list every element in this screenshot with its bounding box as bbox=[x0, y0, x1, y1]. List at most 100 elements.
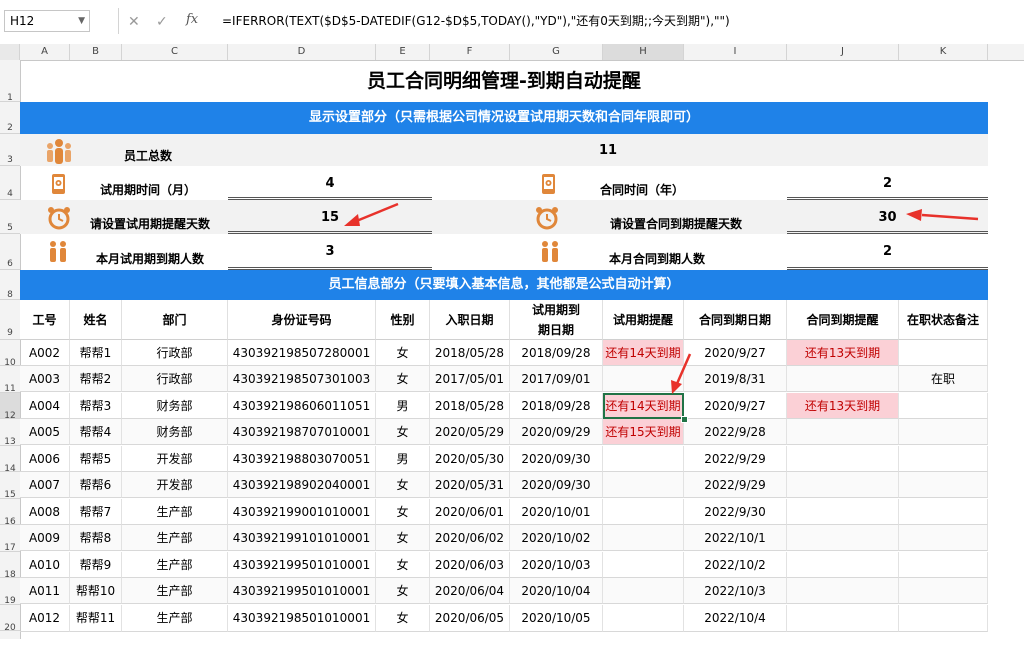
cell-name[interactable]: 帮帮7 bbox=[70, 499, 122, 525]
cell-gender[interactable]: 女 bbox=[376, 419, 430, 445]
cell-name[interactable]: 帮帮8 bbox=[70, 525, 122, 551]
cell-id[interactable]: A012 bbox=[20, 605, 70, 632]
cell-dept[interactable]: 生产部 bbox=[122, 578, 228, 604]
cell-gender[interactable]: 女 bbox=[376, 499, 430, 525]
cell-trial-end[interactable]: 2020/09/29 bbox=[510, 419, 603, 445]
cell-hire-date[interactable]: 2018/05/28 bbox=[430, 393, 510, 419]
row-header[interactable]: 12 bbox=[0, 393, 20, 421]
cell-id[interactable]: A005 bbox=[20, 419, 70, 445]
cell-idcard[interactable]: 430392198507280001 bbox=[228, 340, 376, 366]
column-header[interactable]: B bbox=[70, 44, 122, 60]
cell-trial-end[interactable]: 2020/10/04 bbox=[510, 578, 603, 604]
cell-contract-remind[interactable] bbox=[787, 472, 899, 498]
cell-idcard[interactable]: 430392198501010001 bbox=[228, 605, 376, 632]
cell-id[interactable]: A008 bbox=[20, 499, 70, 525]
cell-trial-remind[interactable]: 还有15天到期 bbox=[603, 419, 684, 445]
cell-id[interactable]: A011 bbox=[20, 578, 70, 604]
cell-trial-end[interactable]: 2020/09/30 bbox=[510, 446, 603, 472]
cell-gender[interactable]: 女 bbox=[376, 340, 430, 366]
cell-contract-end[interactable]: 2022/9/28 bbox=[684, 419, 787, 445]
cell-name[interactable]: 帮帮2 bbox=[70, 366, 122, 392]
cell-hire-date[interactable]: 2018/05/28 bbox=[430, 340, 510, 366]
cell-hire-date[interactable]: 2020/05/31 bbox=[430, 472, 510, 498]
row-header[interactable]: 16 bbox=[0, 499, 20, 527]
cell-id[interactable]: A004 bbox=[20, 393, 70, 419]
cell-gender[interactable]: 女 bbox=[376, 366, 430, 392]
cell-dept[interactable]: 开发部 bbox=[122, 472, 228, 498]
cell-status[interactable] bbox=[899, 419, 988, 445]
cell-id[interactable]: A007 bbox=[20, 472, 70, 498]
cell-dept[interactable]: 生产部 bbox=[122, 552, 228, 578]
cell-status[interactable] bbox=[899, 393, 988, 419]
cell-id[interactable]: A003 bbox=[20, 366, 70, 392]
cell-idcard[interactable]: 430392199501010001 bbox=[228, 552, 376, 578]
cell-contract-end[interactable]: 2022/9/30 bbox=[684, 499, 787, 525]
cell-hire-date[interactable]: 2020/05/29 bbox=[430, 419, 510, 445]
cell-id[interactable]: A002 bbox=[20, 340, 70, 366]
column-header[interactable]: F bbox=[430, 44, 510, 60]
cell-contract-remind[interactable]: 还有13天到期 bbox=[787, 340, 899, 366]
cell-name[interactable]: 帮帮11 bbox=[70, 605, 122, 632]
row-header[interactable]: 6 bbox=[0, 234, 20, 270]
cell-dept[interactable]: 财务部 bbox=[122, 419, 228, 445]
column-header[interactable]: I bbox=[684, 44, 787, 60]
cell-status[interactable] bbox=[899, 552, 988, 578]
row-header[interactable]: 11 bbox=[0, 366, 20, 394]
cell-trial-remind[interactable] bbox=[603, 446, 684, 472]
cell-dept[interactable]: 生产部 bbox=[122, 525, 228, 551]
cell-status[interactable] bbox=[899, 605, 988, 632]
cell-contract-end[interactable]: 2020/9/27 bbox=[684, 340, 787, 366]
cell-idcard[interactable]: 430392198707010001 bbox=[228, 419, 376, 445]
cell-trial-end[interactable]: 2020/10/01 bbox=[510, 499, 603, 525]
cell-contract-end[interactable]: 2022/10/3 bbox=[684, 578, 787, 604]
row-header[interactable]: 17 bbox=[0, 525, 20, 553]
column-header[interactable]: H bbox=[603, 44, 684, 60]
cell-hire-date[interactable]: 2020/05/30 bbox=[430, 446, 510, 472]
chevron-down-icon[interactable]: ▼ bbox=[78, 11, 85, 31]
cell-hire-date[interactable]: 2020/06/02 bbox=[430, 525, 510, 551]
cell-name[interactable]: 帮帮5 bbox=[70, 446, 122, 472]
cell-contract-end[interactable]: 2022/10/4 bbox=[684, 605, 787, 632]
row-header[interactable]: 20 bbox=[0, 605, 20, 633]
column-header[interactable]: K bbox=[899, 44, 988, 60]
cell-contract-remind[interactable] bbox=[787, 499, 899, 525]
cell-trial-remind[interactable] bbox=[603, 605, 684, 632]
cell-trial-remind[interactable] bbox=[603, 499, 684, 525]
cell-name[interactable]: 帮帮6 bbox=[70, 472, 122, 498]
cell-gender[interactable]: 女 bbox=[376, 472, 430, 498]
cell-idcard[interactable]: 430392199501010001 bbox=[228, 578, 376, 604]
cell-trial-end[interactable]: 2020/10/03 bbox=[510, 552, 603, 578]
cell-contract-end[interactable]: 2022/9/29 bbox=[684, 446, 787, 472]
row-header[interactable]: 13 bbox=[0, 419, 20, 447]
cell-trial-end[interactable]: 2020/09/30 bbox=[510, 472, 603, 498]
cell-dept[interactable]: 财务部 bbox=[122, 393, 228, 419]
cell-status[interactable] bbox=[899, 578, 988, 604]
cell-contract-remind[interactable] bbox=[787, 525, 899, 551]
total-value[interactable]: 11 bbox=[228, 134, 988, 166]
cell-hire-date[interactable]: 2020/06/05 bbox=[430, 605, 510, 632]
cell-hire-date[interactable]: 2020/06/04 bbox=[430, 578, 510, 604]
cell-contract-end[interactable]: 2022/9/29 bbox=[684, 472, 787, 498]
cell-name[interactable]: 帮帮10 bbox=[70, 578, 122, 604]
cell-hire-date[interactable]: 2020/06/03 bbox=[430, 552, 510, 578]
row-header[interactable]: 19 bbox=[0, 578, 20, 606]
column-header[interactable]: A bbox=[20, 44, 70, 60]
cell-id[interactable]: A009 bbox=[20, 525, 70, 551]
cell-hire-date[interactable]: 2020/06/01 bbox=[430, 499, 510, 525]
cell-contract-remind[interactable] bbox=[787, 366, 899, 392]
cell-name[interactable]: 帮帮3 bbox=[70, 393, 122, 419]
cell-status[interactable] bbox=[899, 340, 988, 366]
cell-trial-end[interactable]: 2017/09/01 bbox=[510, 366, 603, 392]
cancel-icon[interactable]: ✕ bbox=[128, 14, 140, 30]
insert-function-icon[interactable]: fx bbox=[186, 12, 198, 27]
cell-contract-remind[interactable] bbox=[787, 419, 899, 445]
row-header[interactable]: 3 bbox=[0, 134, 20, 166]
column-header[interactable]: E bbox=[376, 44, 430, 60]
column-header[interactable]: D bbox=[228, 44, 376, 60]
cell-gender[interactable]: 女 bbox=[376, 552, 430, 578]
confirm-icon[interactable]: ✓ bbox=[156, 14, 168, 30]
cell-dept[interactable]: 生产部 bbox=[122, 499, 228, 525]
cell-id[interactable]: A006 bbox=[20, 446, 70, 472]
cell-trial-remind[interactable] bbox=[603, 552, 684, 578]
select-all-corner[interactable] bbox=[0, 44, 20, 60]
